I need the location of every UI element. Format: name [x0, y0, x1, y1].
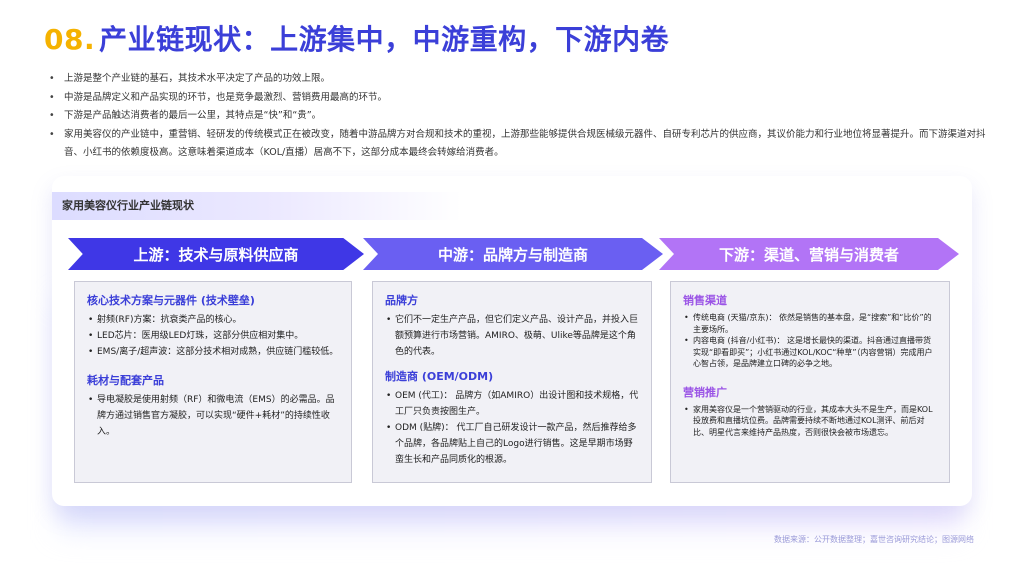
- midstream-arrow: 中游：品牌方与制造商: [363, 238, 663, 270]
- summary-bullets: 上游是整个产业链的基石，其技术水平决定了产品的功效上限。 中游是品牌定义和产品实…: [46, 70, 986, 163]
- list-item: 射频(RF)方案：抗衰类产品的核心。: [87, 312, 339, 328]
- summary-bullet: 中游是品牌定义和产品实现的环节，也是竞争最激烈、营销费用最高的环节。: [46, 89, 986, 108]
- section-heading: 销售渠道: [683, 294, 727, 307]
- downstream-arrow: 下游：渠道、营销与消费者: [659, 238, 959, 270]
- midstream-card: 品牌方 它们不一定生产产品，但它们定义产品、设计产品，并投入巨额预算进行市场营销…: [372, 281, 652, 483]
- list-item: 内容电商 (抖音/小红书)： 这是增长最快的渠道。抖音通过直播带货实现“即看即买…: [683, 335, 937, 370]
- item-list: 射频(RF)方案：抗衰类产品的核心。 LED芯片：医用级LED灯珠，这部分供应相…: [87, 312, 339, 360]
- item-list: 家用美容仪是一个营销驱动的行业，其成本大头不是生产，而是KOL投放费和直播坑位费…: [683, 404, 937, 439]
- upstream-card: 核心技术方案与元器件 (技术壁垒) 射频(RF)方案：抗衰类产品的核心。 LED…: [74, 281, 352, 483]
- item-list: 它们不一定生产产品，但它们定义产品、设计产品，并投入巨额预算进行市场营销。AMI…: [385, 312, 639, 360]
- section-heading: 制造商 (OEM/ODM): [385, 370, 494, 383]
- upstream-arrow: 上游：技术与原料供应商: [68, 238, 364, 270]
- list-item: LED芯片：医用级LED灯珠，这部分供应相对集中。: [87, 328, 339, 344]
- item-list: 传统电商 (天猫/京东)： 依然是销售的基本盘，是“搜索”和“比价”的主要场所。…: [683, 312, 937, 370]
- list-item: OEM (代工)： 品牌方（如AMIRO）出设计图和技术规格，代工厂只负责按图生…: [385, 388, 639, 420]
- title-text: 产业链现状：上游集中，中游重构，下游内卷: [99, 23, 670, 56]
- summary-bullet: 家用美容仪的产业链中，重营销、轻研发的传统模式正在被改变，随着中游品牌方对合规和…: [46, 126, 986, 163]
- list-item: EMS/离子/超声波：这部分技术相对成熟，供应链门槛较低。: [87, 344, 339, 360]
- list-item: 家用美容仪是一个营销驱动的行业，其成本大头不是生产，而是KOL投放费和直播坑位费…: [683, 404, 937, 439]
- section-number: 08.: [44, 23, 96, 56]
- item-list: 导电凝胶是使用射频（RF）和微电流（EMS）的必需品。品牌方通过销售官方凝胶，可…: [87, 392, 339, 440]
- summary-bullet: 上游是整个产业链的基石，其技术水平决定了产品的功效上限。: [46, 70, 986, 89]
- panel-title: 家用美容仪行业产业链现状: [52, 192, 462, 220]
- section-heading: 核心技术方案与元器件 (技术壁垒): [87, 294, 255, 307]
- section-heading: 品牌方: [385, 294, 418, 307]
- list-item: 传统电商 (天猫/京东)： 依然是销售的基本盘，是“搜索”和“比价”的主要场所。: [683, 312, 937, 335]
- section-heading: 耗材与配套产品: [87, 374, 164, 387]
- list-item: ODM (贴牌)： 代工厂自己研发设计一款产品，然后推荐给多个品牌，各品牌贴上自…: [385, 420, 639, 468]
- section-heading: 营销推广: [683, 385, 727, 399]
- list-item: 导电凝胶是使用射频（RF）和微电流（EMS）的必需品。品牌方通过销售官方凝胶，可…: [87, 392, 339, 440]
- page-title: 08. 产业链现状：上游集中，中游重构，下游内卷: [44, 18, 669, 58]
- list-item: 它们不一定生产产品，但它们定义产品、设计产品，并投入巨额预算进行市场营销。AMI…: [385, 312, 639, 360]
- summary-bullet: 下游是产品触达消费者的最后一公里，其特点是“快”和“贵”。: [46, 107, 986, 126]
- data-source: 数据来源：公开数据整理；嘉世咨询研究结论；图源网络: [774, 535, 974, 544]
- item-list: OEM (代工)： 品牌方（如AMIRO）出设计图和技术规格，代工厂只负责按图生…: [385, 388, 639, 468]
- downstream-card: 销售渠道 传统电商 (天猫/京东)： 依然是销售的基本盘，是“搜索”和“比价”的…: [670, 281, 950, 483]
